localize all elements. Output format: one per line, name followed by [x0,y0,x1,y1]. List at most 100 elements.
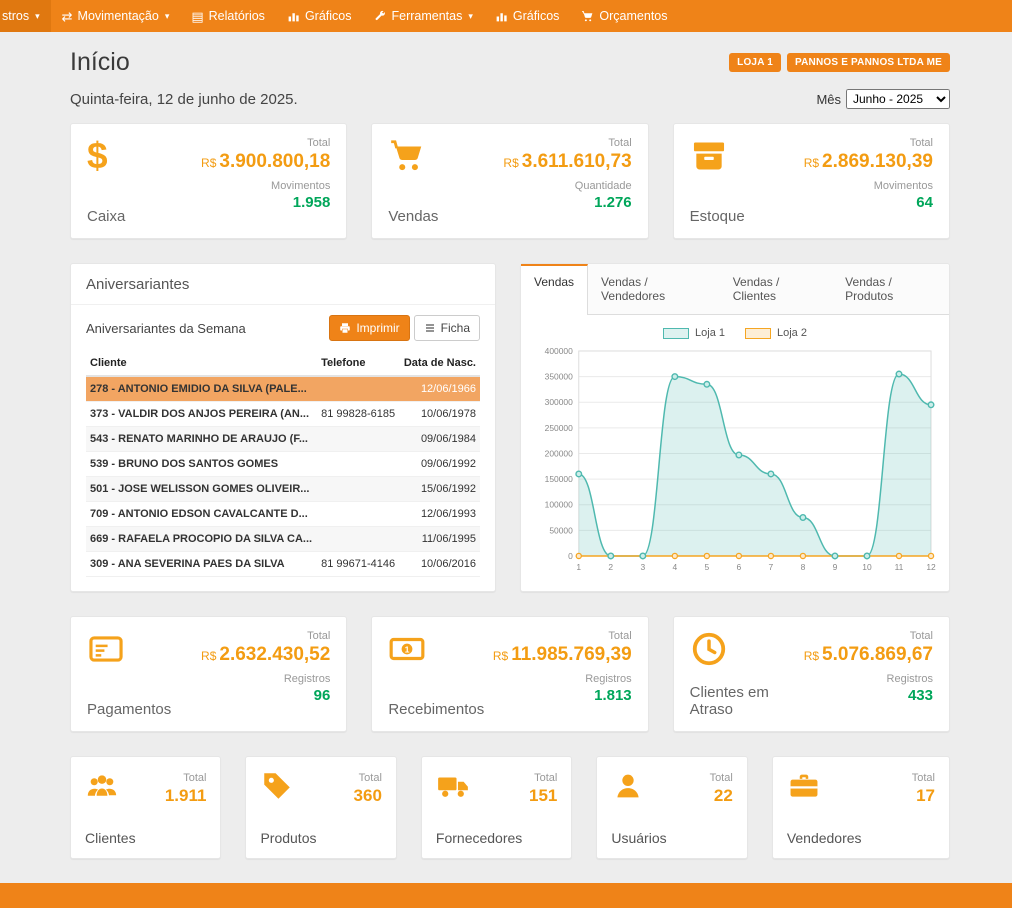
client-cell: 373 - VALDIR DOS ANJOS PEREIRA (AN... [86,402,317,427]
table-row[interactable]: 709 - ANTONIO EDSON CAVALCANTE D... 12/0… [86,502,480,527]
mini-card-fornecedores: Total 151 Fornecedores [421,756,572,859]
clock-icon [690,630,728,668]
legend-label: Loja 2 [777,327,807,339]
total-amount: R$2.632.430,52 [201,644,330,666]
nav-item-movimentacao[interactable]: ⇄ Movimentação ▾ [51,0,181,32]
chart-legend: Loja 1 Loja 2 [531,327,939,339]
client-cell: 501 - JOSE WELISSON GOMES OLIVEIR... [86,477,317,502]
count-label: Registros [493,673,632,685]
nav-item-cadastros[interactable]: stros ▾ [0,0,51,32]
tab-vendas-vendedores[interactable]: Vendas / Vendedores [588,264,720,314]
svg-text:300000: 300000 [545,397,573,407]
svg-text:8: 8 [801,562,806,572]
legend-label: Loja 1 [695,327,725,339]
print-button[interactable]: Imprimir [329,315,409,341]
count-value: 64 [804,194,933,211]
table-row[interactable]: 669 - RAFAELA PROCOPIO DA SILVA CA... 11… [86,527,480,552]
ficha-button[interactable]: Ficha [414,315,480,341]
amount-value: 2.632.430,52 [219,644,330,665]
mini-card-produtos: Total 360 Produtos [245,756,396,859]
count-value: 96 [201,687,330,704]
table-row[interactable]: 539 - BRUNO DOS SANTOS GOMES 09/06/1992 [86,452,480,477]
count-value: 1.911 [165,786,207,806]
stat-card-vendas: Vendas Total R$3.611.610,73 Quantidade 1… [371,123,648,239]
table-row[interactable]: 501 - JOSE WELISSON GOMES OLIVEIR... 15/… [86,477,480,502]
svg-text:100000: 100000 [545,500,573,510]
svg-text:6: 6 [737,562,742,572]
top-navigation: stros ▾ ⇄ Movimentação ▾ ▤ Relatórios Gr… [0,0,1012,32]
count-label: Quantidade [503,180,631,192]
banknote-icon: 1 [388,630,426,668]
stat-card-caixa: $ Caixa Total R$3.900.800,18 Movimentos … [70,123,347,239]
report-grid-icon: ▤ [191,10,203,23]
count-value: 433 [804,687,933,704]
total-label: Total [710,772,733,784]
tab-vendas[interactable]: Vendas [521,264,588,315]
amount-value: 5.076.869,67 [822,644,933,665]
svg-text:2: 2 [608,562,613,572]
sales-chart-panel: Vendas Vendas / Vendedores Vendas / Clie… [520,263,950,592]
birthdate-cell: 09/06/1984 [399,427,480,452]
birthdays-table: Cliente Telefone Data de Nasc. 278 - ANT… [86,351,480,577]
svg-text:50000: 50000 [549,525,573,535]
column-header-telefone: Telefone [317,351,399,376]
current-date: Quinta-feira, 12 de junho de 2025. [70,91,298,108]
total-amount: R$5.076.869,67 [804,644,933,666]
total-label: Total [183,772,206,784]
count-value: 1.958 [201,194,330,211]
birthdate-cell: 10/06/2016 [399,552,480,577]
month-select[interactable]: Junho - 2025 [846,89,950,109]
store-badges: LOJA 1 PANNOS E PANNOS LTDA ME [729,53,950,72]
total-label: Total [493,630,632,642]
mini-card-label: Usuários [611,830,732,846]
stat-card-label: Pagamentos [87,701,171,718]
total-amount: R$3.611.610,73 [503,151,631,173]
svg-text:7: 7 [769,562,774,572]
client-cell: 669 - RAFAELA PROCOPIO DA SILVA CA... [86,527,317,552]
tag-icon [260,769,294,803]
nav-item-graficos-1[interactable]: Gráficos [276,0,363,32]
table-row[interactable]: 309 - ANA SEVERINA PAES DA SILVA 81 9967… [86,552,480,577]
legend-item-loja2[interactable]: Loja 2 [745,327,807,339]
currency-symbol: R$ [804,156,819,170]
nav-item-graficos-2[interactable]: Gráficos [484,0,571,32]
stat-card-label: Vendas [388,208,438,225]
legend-item-loja1[interactable]: Loja 1 [663,327,725,339]
svg-text:10: 10 [862,562,872,572]
total-label: Total [359,772,382,784]
total-label: Total [201,137,330,149]
nav-item-ferramentas[interactable]: Ferramentas ▾ [362,0,483,32]
nav-item-relatorios[interactable]: ▤ Relatórios [180,0,276,32]
legend-swatch-loja2 [745,328,771,339]
stat-card-label: Recebimentos [388,701,484,718]
briefcase-icon [787,769,821,803]
wrench-icon [373,10,386,23]
store-badge: LOJA 1 [729,53,781,72]
ficha-button-label: Ficha [441,321,470,335]
svg-text:350000: 350000 [545,372,573,382]
amount-value: 3.611.610,73 [522,151,632,172]
table-row[interactable]: 278 - ANTONIO EMIDIO DA SILVA (PALE... 1… [86,376,480,402]
nav-item-orcamentos[interactable]: Orçamentos [570,0,678,32]
caret-down-icon: ▾ [35,11,40,22]
count-label: Movimentos [201,180,330,192]
mini-card-label: Produtos [260,830,381,846]
total-amount: R$2.869.130,39 [804,151,933,173]
stat-card-pagamentos: Pagamentos Total R$2.632.430,52 Registro… [70,616,347,732]
svg-text:3: 3 [640,562,645,572]
birthdate-cell: 12/06/1966 [399,376,480,402]
stat-card-label: Estoque [690,208,745,225]
svg-text:0: 0 [568,551,573,561]
tab-vendas-clientes[interactable]: Vendas / Clientes [720,264,832,314]
mini-card-label: Fornecedores [436,830,557,846]
table-row[interactable]: 373 - VALDIR DOS ANJOS PEREIRA (AN... 81… [86,402,480,427]
amount-value: 3.900.800,18 [219,151,330,172]
currency-symbol: R$ [201,156,216,170]
count-value: 151 [529,786,557,806]
user-icon [611,769,645,803]
count-label: Movimentos [804,180,933,192]
tab-vendas-produtos[interactable]: Vendas / Produtos [832,264,949,314]
table-row[interactable]: 543 - RENATO MARINHO DE ARAUJO (F... 09/… [86,427,480,452]
mini-card-clientes: Total 1.911 Clientes [70,756,221,859]
total-amount: R$11.985.769,39 [493,644,632,666]
